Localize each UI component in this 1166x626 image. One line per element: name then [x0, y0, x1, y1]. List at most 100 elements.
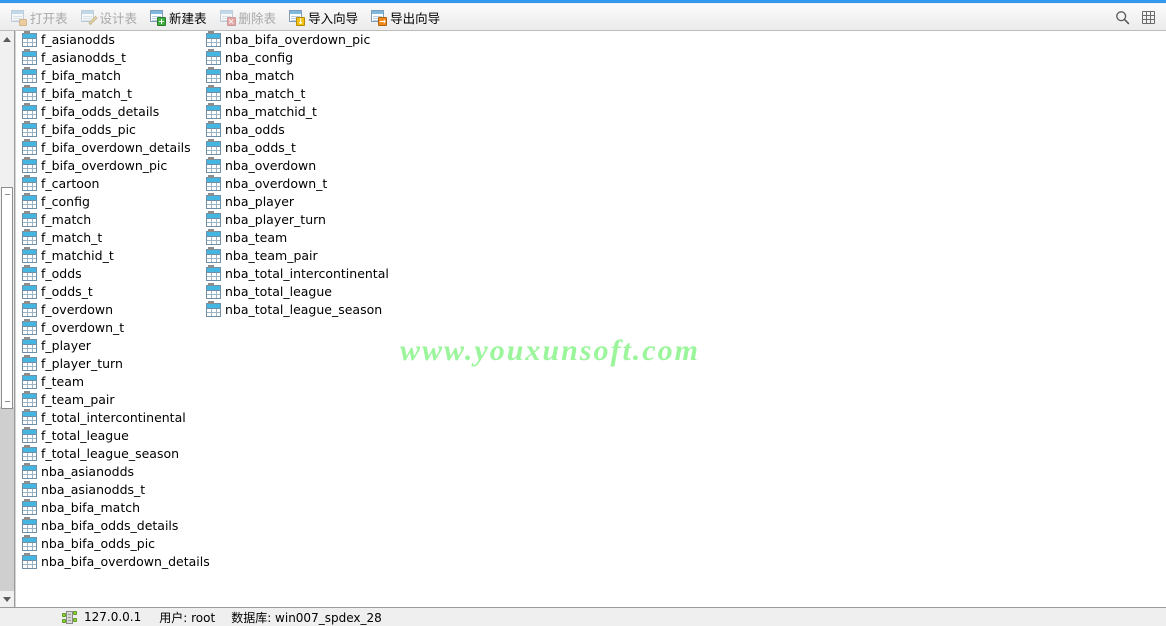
table-icon	[22, 85, 37, 101]
table-list-item[interactable]: f_overdown	[20, 301, 205, 319]
table-icon	[22, 247, 37, 263]
table-icon	[206, 211, 221, 227]
table-list-item[interactable]: f_team_pair	[20, 391, 205, 409]
scroll-down-button[interactable]	[0, 591, 14, 607]
table-name-label: f_matchid_t	[41, 248, 114, 263]
table-icon	[22, 67, 37, 83]
toolbar-button-delete-table[interactable]: × 删除表	[215, 5, 283, 29]
table-name-label: f_asianodds	[41, 32, 115, 47]
table-name-label: f_team	[41, 374, 85, 389]
table-icon	[22, 139, 37, 155]
table-icon	[206, 229, 221, 245]
toolbar-button-export-wizard[interactable]: → 导出向导	[366, 5, 446, 29]
table-name-label: f_player	[41, 338, 91, 353]
toolbar-button-import-wizard[interactable]: ↓ 导入向导	[284, 5, 364, 29]
table-list-item[interactable]: f_matchid_t	[20, 247, 205, 265]
table-name-label: nba_team_pair	[225, 248, 318, 263]
table-list-item[interactable]: f_bifa_match	[20, 67, 205, 85]
table-list-item[interactable]: f_bifa_odds_details	[20, 103, 205, 121]
table-list-item[interactable]: nba_player	[204, 193, 404, 211]
table-list-item[interactable]: nba_match_t	[204, 85, 404, 103]
table-list-item[interactable]: f_overdown_t	[20, 319, 205, 337]
table-list-item[interactable]: f_team	[20, 373, 205, 391]
export-wizard-icon: →	[370, 9, 388, 26]
toolbar-label-export-wizard: 导出向导	[390, 10, 441, 26]
table-list-item[interactable]: nba_bifa_odds_pic	[20, 535, 205, 553]
table-name-label: f_config	[41, 194, 90, 209]
scrollbar-track-lower[interactable]	[0, 407, 14, 591]
scrollbar-thumb[interactable]	[1, 187, 13, 409]
toolbar-button-design-table[interactable]: 设计表	[76, 5, 144, 29]
table-list-item[interactable]: f_player_turn	[20, 355, 205, 373]
table-list-item[interactable]: f_player	[20, 337, 205, 355]
table-icon	[22, 517, 37, 533]
table-list-item[interactable]: f_bifa_odds_pic	[20, 121, 205, 139]
table-icon	[22, 553, 37, 569]
table-list-item[interactable]: nba_asianodds_t	[20, 481, 205, 499]
table-list-item[interactable]: nba_overdown_t	[204, 175, 404, 193]
status-database: 数据库: win007_spdex_28	[231, 610, 382, 625]
table-list-item[interactable]: nba_odds_t	[204, 139, 404, 157]
table-list-item[interactable]: nba_bifa_overdown_details	[20, 553, 210, 571]
table-name-label: f_bifa_odds_pic	[41, 122, 136, 137]
table-list-item[interactable]: nba_bifa_match	[20, 499, 205, 517]
table-list-item[interactable]: f_odds_t	[20, 283, 205, 301]
table-list-item[interactable]: f_total_league_season	[20, 445, 205, 463]
table-icon	[206, 121, 221, 137]
table-list-item[interactable]: f_match	[20, 211, 205, 229]
scrollbar-track[interactable]	[0, 47, 14, 591]
table-icon	[206, 157, 221, 173]
table-list-item[interactable]: f_config	[20, 193, 205, 211]
table-list-item[interactable]: f_asianodds_t	[20, 49, 205, 67]
table-icon	[206, 247, 221, 263]
search-button[interactable]	[1110, 5, 1134, 29]
table-name-label: nba_bifa_match	[41, 500, 141, 515]
table-icon	[22, 535, 37, 551]
table-list-item[interactable]: nba_team_pair	[204, 247, 404, 265]
toolbar-button-open-table[interactable]: 打开表	[6, 5, 74, 29]
table-list-item[interactable]: nba_overdown	[204, 157, 404, 175]
table-name-label: f_bifa_match	[41, 68, 121, 83]
table-list-item[interactable]: f_bifa_match_t	[20, 85, 205, 103]
table-name-label: f_odds_t	[41, 284, 93, 299]
toolbar-button-new-table[interactable]: + 新建表	[145, 5, 213, 29]
open-table-icon	[10, 9, 27, 26]
table-icon	[206, 85, 221, 101]
table-icon	[22, 193, 37, 209]
table-list-item[interactable]: nba_bifa_odds_details	[20, 517, 205, 535]
table-name-label: nba_total_league	[225, 284, 332, 299]
table-icon	[206, 265, 221, 281]
table-list-item[interactable]: nba_total_league_season	[204, 301, 404, 319]
table-list-item[interactable]: nba_total_league	[204, 283, 404, 301]
table-name-label: f_bifa_overdown_details	[41, 140, 191, 155]
table-list-item[interactable]: f_bifa_overdown_pic	[20, 157, 205, 175]
table-list-item[interactable]: nba_asianodds	[20, 463, 205, 481]
scroll-up-button[interactable]	[0, 31, 14, 47]
toolbar-label-new-table: 新建表	[169, 10, 207, 26]
table-list-item[interactable]: f_match_t	[20, 229, 205, 247]
table-icon	[22, 157, 37, 173]
table-list-item[interactable]: nba_team	[204, 229, 404, 247]
table-list-item[interactable]: f_total_intercontinental	[20, 409, 205, 427]
table-list-item[interactable]: nba_match	[204, 67, 404, 85]
table-list-item[interactable]: nba_total_intercontinental	[204, 265, 404, 283]
table-list-item[interactable]: nba_matchid_t	[204, 103, 404, 121]
table-list-item[interactable]: f_total_league	[20, 427, 205, 445]
table-list-item[interactable]: f_bifa_overdown_details	[20, 139, 205, 157]
table-name-label: f_bifa_odds_details	[41, 104, 160, 119]
table-list-item[interactable]: nba_config	[204, 49, 404, 67]
table-name-label: nba_bifa_odds_pic	[41, 536, 156, 551]
table-list-item[interactable]: nba_player_turn	[204, 211, 404, 229]
table-icon	[22, 229, 37, 245]
table-name-label: nba_player_turn	[225, 212, 326, 227]
table-list-item[interactable]: f_asianodds	[20, 31, 205, 49]
table-list-item[interactable]: nba_bifa_overdown_pic	[204, 31, 404, 49]
table-name-label: nba_odds_t	[225, 140, 296, 155]
table-list-item[interactable]: f_cartoon	[20, 175, 205, 193]
view-mode-button[interactable]	[1136, 5, 1160, 29]
new-table-icon: +	[149, 9, 167, 26]
table-icon	[206, 283, 221, 299]
table-list-item[interactable]: f_odds	[20, 265, 205, 283]
table-list-item[interactable]: nba_odds	[204, 121, 404, 139]
vertical-scrollbar[interactable]	[0, 31, 15, 607]
